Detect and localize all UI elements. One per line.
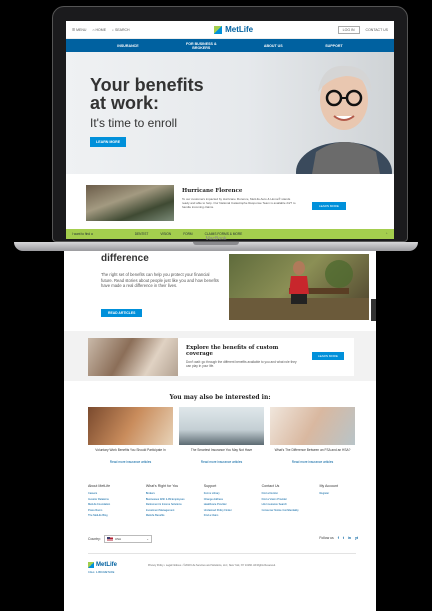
search-button[interactable]: ⌕ SEARCH	[112, 28, 130, 32]
difference-section: difference The right set of benefits can…	[64, 251, 376, 329]
alert-text: To our customers impacted by Hurricane F…	[182, 197, 296, 209]
twitter-icon[interactable]: t	[343, 536, 344, 540]
login-button[interactable]: LOG IN	[337, 25, 360, 34]
footer-column-support: Support Forms Library Change Address Hea…	[203, 484, 232, 518]
page-continuation: difference The right set of benefits can…	[64, 251, 376, 611]
runner-photo	[229, 254, 369, 320]
footer-column-account: My Account Register	[319, 484, 339, 495]
article-link[interactable]: Read more insurance articles	[179, 460, 264, 464]
article-image	[88, 407, 173, 445]
contact-link[interactable]: CONTACT US	[366, 28, 388, 32]
home-link[interactable]: ⌂ HOME	[92, 28, 106, 32]
article-card[interactable]: Voluntary Work Benefits You Should Parti…	[88, 407, 173, 464]
metlife-logo-icon	[88, 562, 94, 568]
nav-business-brokers[interactable]: FOR BUSINESS & BROKERS	[181, 42, 221, 50]
nav-about-us[interactable]: ABOUT US	[264, 44, 283, 48]
footer-logo[interactable]: MetLife	[88, 562, 117, 568]
linkedin-icon[interactable]: in	[348, 536, 351, 540]
article-caption: What's The Difference Between an FSA and…	[274, 448, 351, 452]
utility-bar: ☰ MENU ⌂ HOME ⌕ SEARCH MetLife LOG IN CO…	[66, 21, 394, 39]
custom-coverage-card: Explore the benefits of custom coverage …	[88, 338, 354, 376]
menu-button[interactable]: ☰ MENU	[72, 28, 86, 32]
difference-title: difference	[101, 253, 149, 264]
alert-learn-more-button[interactable]: LEARN MORE	[312, 202, 346, 210]
follow-label: Follow us	[319, 536, 334, 540]
hero-learn-more-button[interactable]: LEARN MORE	[90, 137, 127, 147]
article-link[interactable]: Read more insurance articles	[88, 460, 173, 464]
family-photo	[88, 338, 178, 376]
laptop-notch	[193, 242, 239, 245]
read-articles-button[interactable]: READ ARTICLES	[101, 309, 143, 317]
search-icon: ⌕	[112, 27, 114, 32]
us-flag-icon	[106, 537, 113, 541]
footer-column-about: About MetLife Careers Investor Relations…	[88, 484, 111, 518]
laptop-label: MacBook	[205, 236, 227, 242]
youtube-icon[interactable]: yt	[355, 536, 358, 540]
hero-title: Your benefits at work:	[90, 75, 204, 113]
article-caption: The Smartest Insurance You May Not Have	[190, 448, 253, 452]
chevron-down-icon: ⌄	[146, 537, 149, 541]
footer-column-right-for-you: What's Right for You Brokers Businesses …	[145, 484, 185, 518]
article-card[interactable]: What's The Difference Between an FSA and…	[270, 407, 355, 464]
laptop-screen: ☰ MENU ⌂ HOME ⌕ SEARCH MetLife LOG IN CO…	[66, 21, 394, 239]
country-select[interactable]: USA ⌄	[103, 535, 152, 543]
alert-image	[86, 185, 174, 221]
footer-column-contact: Contact Us Find a Dentist Find a Vision …	[261, 484, 299, 512]
custom-text: Don't wait: go through the different ben…	[186, 360, 297, 368]
feedback-tab[interactable]	[371, 299, 376, 321]
social-links: Follow us f t in yt	[319, 536, 358, 540]
country-selector: Country: USA ⌄	[88, 535, 152, 543]
alert-title: Hurricane Florence	[182, 188, 243, 194]
article-card[interactable]: The Smartest Insurance You May Not Have …	[179, 407, 264, 464]
custom-title: Explore the benefits of custom coverage	[186, 345, 279, 357]
footer-links: About MetLife Careers Investor Relations…	[88, 484, 358, 520]
article-image	[270, 407, 355, 445]
article-image	[179, 407, 264, 445]
hero-subtitle: It's time to enroll	[90, 116, 177, 130]
footer-phone[interactable]: CALL: 1-800-METLIFE	[88, 571, 114, 574]
metlife-logo[interactable]: MetLife	[214, 25, 253, 34]
interest-title: You may also be interested in:	[169, 394, 271, 401]
article-caption: Voluntary Work Benefits You Should Parti…	[95, 448, 166, 452]
country-label: Country:	[88, 537, 101, 541]
laptop-frame: ☰ MENU ⌂ HOME ⌕ SEARCH MetLife LOG IN CO…	[52, 6, 408, 242]
hero-banner: Your benefits at work: It's time to enrol…	[66, 52, 394, 174]
difference-text: The right set of benefits can help you p…	[101, 272, 219, 289]
footer-divider	[88, 553, 356, 554]
article-cards: Voluntary Work Benefits You Should Parti…	[88, 407, 356, 464]
hero-woman-photo	[296, 65, 392, 174]
article-link[interactable]: Read more insurance articles	[270, 460, 355, 464]
main-nav: INSURANCE FOR BUSINESS & BROKERS ABOUT U…	[66, 39, 394, 52]
legal-text: Privacy Policy • Legal Notices • ©2018 L…	[148, 564, 276, 567]
metlife-logo-icon	[214, 25, 223, 34]
custom-learn-more-button[interactable]: LEARN MORE	[312, 352, 344, 360]
hurricane-alert-card: Hurricane Florence To our customers impa…	[86, 182, 374, 225]
nav-insurance[interactable]: INSURANCE	[117, 44, 138, 48]
nav-support[interactable]: SUPPORT	[325, 44, 342, 48]
facebook-icon[interactable]: f	[338, 536, 339, 540]
